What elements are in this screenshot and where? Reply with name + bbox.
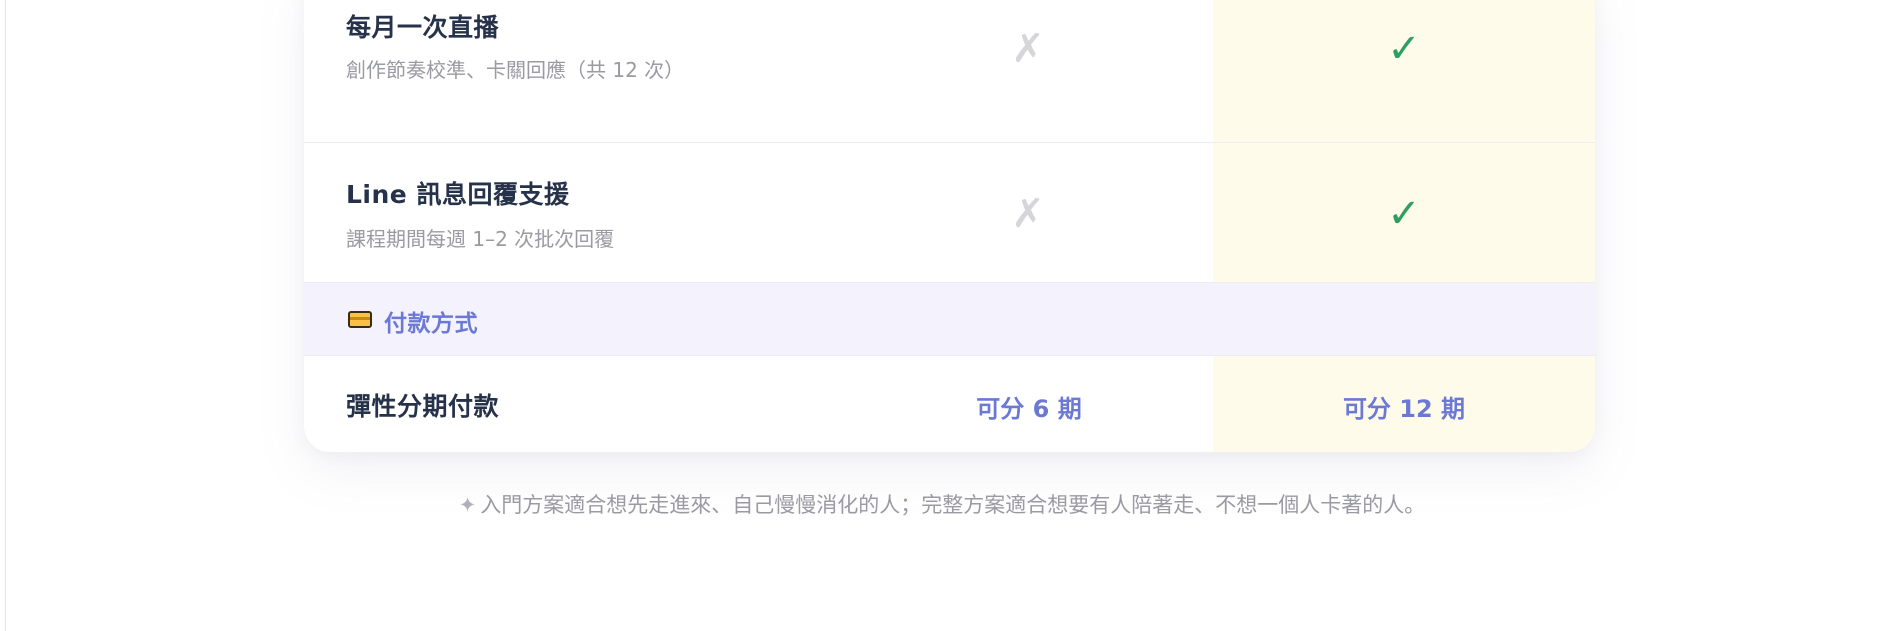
basic-plan-installments: 可分 6 期 bbox=[976, 395, 1082, 423]
full-plan-check-icon: ✓ bbox=[1387, 26, 1421, 72]
payment-title: 彈性分期付款 bbox=[346, 392, 500, 421]
section-label: 付款方式 bbox=[384, 311, 478, 337]
feature-row-monthly-live: 每月一次直播 創作節奏校準、卡關回應（共 12 次） ✗ ✓ bbox=[304, 0, 1595, 141]
page-left-border bbox=[5, 0, 6, 631]
credit-card-icon bbox=[348, 311, 372, 328]
full-plan-check-icon: ✓ bbox=[1387, 191, 1421, 237]
sparkle-icon: ✦ bbox=[458, 493, 477, 517]
basic-plan-cross-icon: ✗ bbox=[1011, 191, 1045, 237]
feature-row-line-support: Line 訊息回覆支援 課程期間每週 1–2 次批次回覆 ✗ ✓ bbox=[304, 142, 1595, 284]
feature-title: Line 訊息回覆支援 bbox=[346, 180, 570, 209]
payment-row-installments: 彈性分期付款 可分 6 期 可分 12 期 bbox=[304, 355, 1595, 452]
feature-description: 創作節奏校準、卡關回應（共 12 次） bbox=[346, 58, 685, 82]
feature-title: 每月一次直播 bbox=[346, 13, 500, 42]
plan-footnote: ✦ 入門方案適合想先走進來、自己慢慢消化的人；完整方案適合想要有人陪著走、不想一個… bbox=[0, 489, 1884, 519]
full-plan-installments: 可分 12 期 bbox=[1342, 395, 1466, 423]
basic-plan-cross-icon: ✗ bbox=[1011, 26, 1045, 72]
feature-description: 課程期間每週 1–2 次批次回覆 bbox=[346, 227, 615, 251]
footnote-text: 入門方案適合想先走進來、自己慢慢消化的人；完整方案適合想要有人陪著走、不想一個人… bbox=[480, 493, 1426, 517]
payment-section-header: 付款方式 bbox=[304, 282, 1595, 356]
plan-comparison-table: 每月一次直播 創作節奏校準、卡關回應（共 12 次） ✗ ✓ Line 訊息回覆… bbox=[304, 0, 1595, 452]
